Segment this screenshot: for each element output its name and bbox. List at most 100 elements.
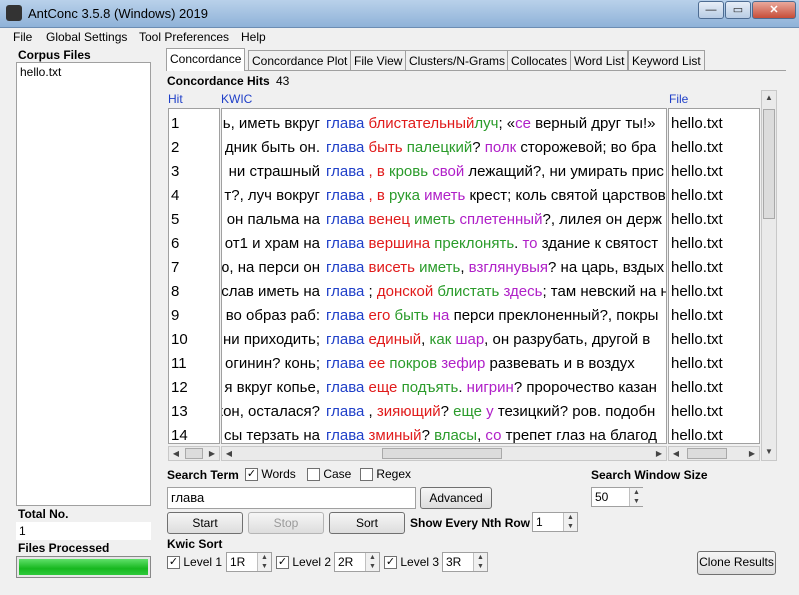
regex-checkbox[interactable] — [360, 468, 373, 482]
kwic-keyword[interactable]: глава — [326, 115, 369, 132]
clone-results-button[interactable]: Clone Results — [697, 551, 776, 575]
kwic-keyword[interactable]: глава — [326, 211, 369, 228]
start-button[interactable]: Start — [167, 512, 243, 534]
tab-concordance[interactable]: Concordance — [166, 48, 246, 71]
file-column-header[interactable]: File — [669, 92, 688, 106]
kwic-line[interactable]: глава вершина преклонять. то здание к св… — [326, 232, 658, 256]
close-button[interactable]: ✕ — [752, 1, 796, 19]
corpus-files-list[interactable]: hello.txt — [16, 62, 151, 506]
level-2-check[interactable]: ✓ — [276, 556, 289, 570]
kwic-context-word: свой — [428, 163, 465, 180]
level-3-spinner[interactable]: ▲ ▼ — [473, 553, 487, 571]
level-1-spinner[interactable]: ▲ ▼ — [257, 553, 271, 571]
kwic-left-context: от1 и храм на — [224, 235, 320, 252]
corpus-file-item[interactable]: hello.txt — [17, 63, 150, 81]
tab-keyword-list[interactable]: Keyword List — [628, 50, 705, 70]
file-column[interactable]: hello.txt hello.txt hello.txt hello.txt hell… — [668, 108, 760, 444]
kwic-keyword[interactable]: глава — [326, 403, 369, 420]
window-size-spinner[interactable]: ▲ ▼ — [629, 488, 643, 506]
kwic-left-context: дник быть он. — [224, 139, 320, 156]
kwic-keyword[interactable]: глава — [326, 259, 369, 276]
kwic-keyword[interactable]: глава — [326, 163, 369, 180]
kwic-line[interactable]: глава , в рука иметь крест; коль святой … — [326, 184, 666, 208]
hit-column-header[interactable]: Hit — [168, 92, 183, 106]
kwic-keyword[interactable]: глава — [326, 427, 369, 443]
hit-number: 12 — [171, 379, 188, 396]
regex-label: Regex — [376, 467, 412, 481]
kwic-line[interactable]: глава , зияющий? еще у тезицкий? ров. по… — [326, 400, 655, 424]
words-checkbox[interactable]: ✓ — [245, 468, 258, 482]
results-vertical-scrollbar[interactable]: ▲ ▼ — [761, 90, 777, 461]
scroll-right-arrow[interactable]: ▶ — [205, 447, 219, 461]
level-2-checkbox[interactable]: ✓ Level 2 — [276, 555, 331, 570]
kwic-keyword[interactable]: глава — [326, 139, 369, 156]
scroll-down-arrow[interactable]: ▼ — [762, 445, 776, 459]
words-option[interactable]: ✓ Words — [245, 467, 296, 482]
kwic-context-word: висеть — [368, 259, 415, 276]
case-checkbox[interactable] — [307, 468, 320, 482]
tab-clusters-ngrams[interactable]: Clusters/N-Grams — [405, 50, 510, 70]
vertical-scroll-thumb[interactable] — [763, 109, 775, 219]
kwic-results-pane[interactable]: ь, иметь вкруг глава блистательныйлуч; «с… — [221, 108, 667, 444]
stop-button[interactable]: Stop — [248, 512, 324, 534]
minimize-button[interactable]: — — [698, 1, 724, 19]
kwic-left-context: т?, луч вокруг — [224, 187, 320, 204]
kwic-line[interactable]: глава висеть иметь, взглянувыя? на царь,… — [326, 256, 664, 280]
kwic-keyword[interactable]: глава — [326, 355, 369, 372]
tab-collocates[interactable]: Collocates — [507, 50, 572, 70]
file-scroll-thumb[interactable] — [687, 448, 727, 459]
kwic-line[interactable]: глава блистательныйлуч; «се верный друг … — [326, 112, 655, 136]
search-term-input[interactable]: глава — [167, 487, 416, 509]
tab-concordance-plot[interactable]: Concordance Plot — [248, 50, 352, 70]
kwic-left-context: во образ раб: — [225, 307, 320, 324]
hit-number: 6 — [171, 235, 180, 252]
level-1-checkbox[interactable]: ✓ Level 1 — [167, 555, 222, 570]
menu-global-settings[interactable]: Global Settings — [46, 30, 127, 44]
scroll-up-arrow[interactable]: ▲ — [762, 91, 776, 105]
level-1-check[interactable]: ✓ — [167, 556, 180, 570]
scroll-right-arrow[interactable]: ▶ — [745, 447, 759, 461]
kwic-line[interactable]: глава его быть на перси преклоненный?, п… — [326, 304, 658, 328]
kwic-context-word: иметь — [419, 187, 466, 204]
sort-button[interactable]: Sort — [329, 512, 405, 534]
menu-file[interactable]: File — [13, 30, 32, 44]
level-2-spinner[interactable]: ▲ ▼ — [365, 553, 379, 571]
kwic-column-header[interactable]: KWIC — [221, 92, 252, 106]
nth-row-spinner[interactable]: ▲ ▼ — [563, 513, 577, 531]
kwic-line[interactable]: глава ; донской блистать здесь; там невс… — [326, 280, 666, 304]
case-option[interactable]: Case — [307, 467, 351, 482]
kwic-keyword[interactable]: глава — [326, 307, 369, 324]
kwic-scroll-thumb[interactable] — [382, 448, 502, 459]
kwic-line[interactable]: глава , в кровь свой лежащий?, ни умират… — [326, 160, 664, 184]
kwic-line[interactable]: глава зминый? власы, со трепет глаз на б… — [326, 424, 657, 443]
kwic-line[interactable]: глава венец иметь сплетенный?, лилея он … — [326, 208, 662, 232]
hit-scroll-thumb[interactable] — [185, 448, 203, 459]
tab-word-list[interactable]: Word List — [570, 50, 629, 70]
kwic-keyword[interactable]: глава — [326, 187, 369, 204]
hit-number-column[interactable]: 1 2 3 4 5 6 7 8 9 10 11 12 13 14 — [168, 108, 220, 444]
scroll-left-arrow[interactable]: ◀ — [169, 447, 183, 461]
file-horizontal-scrollbar[interactable]: ◀ ▶ — [668, 446, 760, 461]
hit-horizontal-scrollbar[interactable]: ◀ ▶ — [168, 446, 220, 461]
kwic-context-word: крест; коль святой царствов — [465, 187, 666, 204]
advanced-button[interactable]: Advanced — [420, 487, 492, 509]
kwic-line[interactable]: глава ее покров зефир развевать и в возд… — [326, 352, 635, 376]
kwic-horizontal-scrollbar[interactable]: ◀ ▶ — [221, 446, 667, 461]
kwic-line[interactable]: глава быть палецкий? полк сторожевой; во… — [326, 136, 656, 160]
level-3-checkbox[interactable]: ✓ Level 3 — [384, 555, 439, 570]
menu-help[interactable]: Help — [241, 30, 266, 44]
level-3-check[interactable]: ✓ — [384, 556, 397, 570]
scroll-left-arrow[interactable]: ◀ — [222, 447, 236, 461]
scroll-right-arrow[interactable]: ▶ — [652, 447, 666, 461]
scroll-left-arrow[interactable]: ◀ — [669, 447, 683, 461]
maximize-button[interactable]: ▭ — [725, 1, 751, 19]
kwic-keyword[interactable]: глава — [326, 235, 369, 252]
kwic-line[interactable]: глава единый, как шар, он разрубать, дру… — [326, 328, 650, 352]
kwic-keyword[interactable]: глава — [326, 331, 369, 348]
kwic-keyword[interactable]: глава — [326, 283, 369, 300]
kwic-keyword[interactable]: глава — [326, 379, 369, 396]
regex-option[interactable]: Regex — [360, 467, 412, 482]
menu-tool-preferences[interactable]: Tool Preferences — [139, 30, 229, 44]
kwic-line[interactable]: глава еще подъять. нигрин? пророчество к… — [326, 376, 657, 400]
tab-file-view[interactable]: File View — [350, 50, 407, 70]
